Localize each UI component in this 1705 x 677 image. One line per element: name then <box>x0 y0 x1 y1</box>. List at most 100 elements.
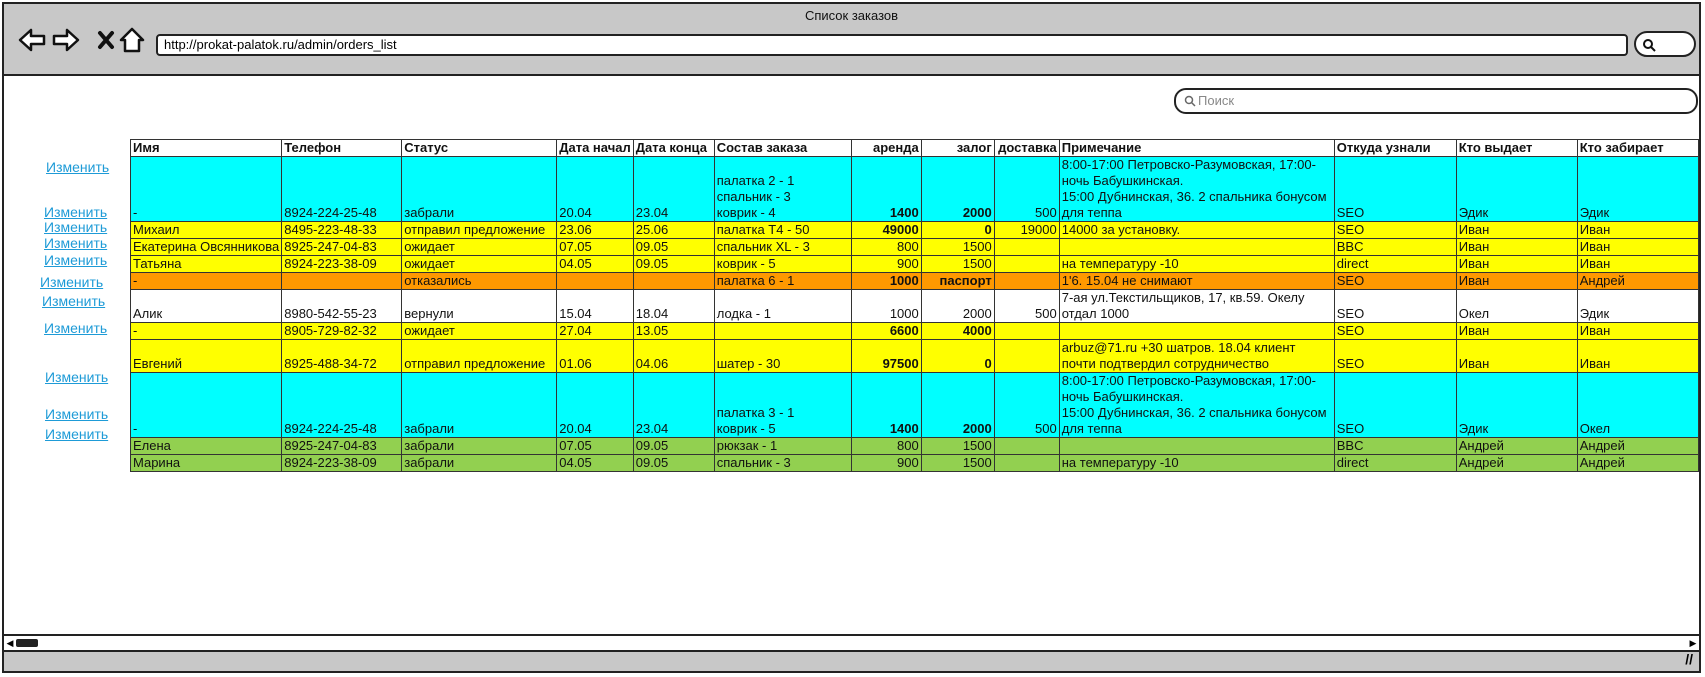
table-cell: 2000 <box>920 156 995 222</box>
table-cell: 8924-223-38-09 <box>281 454 403 472</box>
table-cell: 800 <box>850 437 922 455</box>
table-cell: 13.05 <box>632 322 715 340</box>
table-cell <box>993 437 1060 455</box>
table-cell: 1000 <box>850 289 922 323</box>
table-cell <box>993 238 1060 256</box>
table-cell: забрали <box>401 156 558 222</box>
scroll-right-icon[interactable]: ▶ <box>1687 636 1699 650</box>
table-cell: 0 <box>920 339 995 373</box>
table-cell: SEO <box>1333 156 1457 222</box>
table-cell <box>993 322 1060 340</box>
address-bar[interactable]: http://prokat-palatok.ru/admin/orders_li… <box>156 34 1628 56</box>
orders-table: Имя Телефон Статус Дата начал Дата конца Сост… <box>129 139 1699 472</box>
edit-order-link[interactable]: Изменить <box>45 369 108 385</box>
edit-order-link[interactable]: Изменить <box>45 406 108 422</box>
search-input[interactable]: Поиск <box>1174 88 1698 114</box>
table-cell <box>1058 322 1335 340</box>
back-arrow-icon[interactable] <box>16 24 48 56</box>
forward-arrow-icon[interactable] <box>50 24 82 56</box>
table-cell: 18.04 <box>632 289 715 323</box>
table-cell: 09.05 <box>632 437 715 455</box>
table-cell: arbuz@71.ru +30 шатров. 18.04 клиент поч… <box>1058 339 1335 373</box>
table-cell <box>993 272 1060 290</box>
table-cell: 2000 <box>920 289 995 323</box>
table-cell: Екатерина Овсянникова <box>129 238 283 256</box>
table-cell: Окел <box>1455 289 1578 323</box>
table-cell: ожидает <box>401 255 558 273</box>
table-cell: 19000 <box>993 221 1060 239</box>
table-cell: SEO <box>1333 322 1457 340</box>
table-cell: отказались <box>401 272 558 290</box>
scroll-thumb[interactable] <box>16 639 38 647</box>
table-cell: 49000 <box>850 221 922 239</box>
resize-grip-icon[interactable]: // <box>1685 651 1693 667</box>
table-cell: Марина <box>129 454 283 472</box>
edit-order-link[interactable]: Изменить <box>46 159 109 175</box>
edit-order-link[interactable]: Изменить <box>40 274 103 290</box>
table-cell: ожидает <box>401 322 558 340</box>
table-cell: direct <box>1333 255 1457 273</box>
table-cell <box>632 272 715 290</box>
table-row: Елена 8925-247-04-83 забрали 07.05 09.05 рюкз… <box>129 437 1699 455</box>
table-cell: BBC <box>1333 238 1457 256</box>
table-cell: 09.05 <box>632 255 715 273</box>
edit-order-link[interactable]: Изменить <box>44 219 107 235</box>
browser-titlebar: Список заказов http://prokat-palatok.ru/… <box>4 4 1699 76</box>
edit-order-link[interactable]: Изменить <box>44 320 107 336</box>
table-cell: 04.05 <box>556 255 634 273</box>
table-cell: 0 <box>920 221 995 239</box>
table-cell: Иван <box>1576 339 1699 373</box>
table-cell: Иван <box>1576 238 1699 256</box>
edit-order-link[interactable]: Изменить <box>44 252 107 268</box>
table-cell: 27.04 <box>556 322 634 340</box>
table-cell: забрали <box>401 437 558 455</box>
column-header: Примечание <box>1058 139 1335 157</box>
table-cell: шатер - 30 <box>713 339 852 373</box>
browser-search-field[interactable] <box>1634 31 1696 57</box>
table-cell: 07.05 <box>556 238 634 256</box>
table-row: -8924-224-25-48 забрали 20.04 23.04 палатка … <box>129 372 1699 438</box>
edit-order-link[interactable]: Изменить <box>45 426 108 442</box>
table-cell: Иван <box>1455 272 1578 290</box>
table-cell: 09.05 <box>632 238 715 256</box>
table-cell: Иван <box>1576 221 1699 239</box>
table-cell: Иван <box>1455 322 1578 340</box>
column-header: Имя <box>129 139 283 157</box>
table-cell: Иван <box>1576 255 1699 273</box>
table-cell: 09.05 <box>632 454 715 472</box>
search-icon <box>1643 39 1656 52</box>
edit-order-link[interactable]: Изменить <box>44 235 107 251</box>
table-cell: рюкзак - 1 <box>713 437 852 455</box>
table-cell: 7-ая ул.Текстильщиков, 17, кв.59. Окелу … <box>1058 289 1335 323</box>
table-cell: 8925-247-04-83 <box>281 437 403 455</box>
table-row: Екатерина Овсянникова 8925-247-04-83 ожида… <box>129 238 1699 256</box>
table-cell: SEO <box>1333 221 1457 239</box>
table-cell: 25.06 <box>632 221 715 239</box>
table-row: Марина 8924-223-38-09 забрали 04.05 09.05 спа… <box>129 454 1699 472</box>
table-cell: Евгений <box>129 339 283 373</box>
table-cell: забрали <box>401 372 558 438</box>
table-row: Татьяна 8924-223-38-09 ожидает 04.05 09.05 ко… <box>129 255 1699 273</box>
horizontal-scrollbar[interactable]: ◀ ▶ <box>4 634 1699 652</box>
table-cell: Иван <box>1576 322 1699 340</box>
edit-order-link[interactable]: Изменить <box>42 293 105 309</box>
table-cell: паспорт <box>920 272 995 290</box>
table-cell: 1500 <box>920 454 995 472</box>
table-cell: вернули <box>401 289 558 323</box>
table-cell: 23.06 <box>556 221 634 239</box>
table-cell: Эдик <box>1455 156 1578 222</box>
table-cell <box>281 272 403 290</box>
home-icon[interactable] <box>116 24 148 56</box>
table-header-row: Имя Телефон Статус Дата начал Дата конца Сост… <box>129 139 1699 157</box>
browser-window: Список заказов http://prokat-palatok.ru/… <box>2 2 1701 673</box>
table-cell: SEO <box>1333 289 1457 323</box>
table-cell: 97500 <box>850 339 922 373</box>
edit-order-link[interactable]: Изменить <box>44 204 107 220</box>
table-cell: Андрей <box>1455 454 1578 472</box>
table-cell: коврик - 5 <box>713 255 852 273</box>
status-bar: // <box>4 651 1699 671</box>
column-header: залог <box>920 139 995 157</box>
table-cell: 500 <box>993 372 1060 438</box>
table-cell: Алик <box>129 289 283 323</box>
scroll-left-icon[interactable]: ◀ <box>4 636 16 650</box>
